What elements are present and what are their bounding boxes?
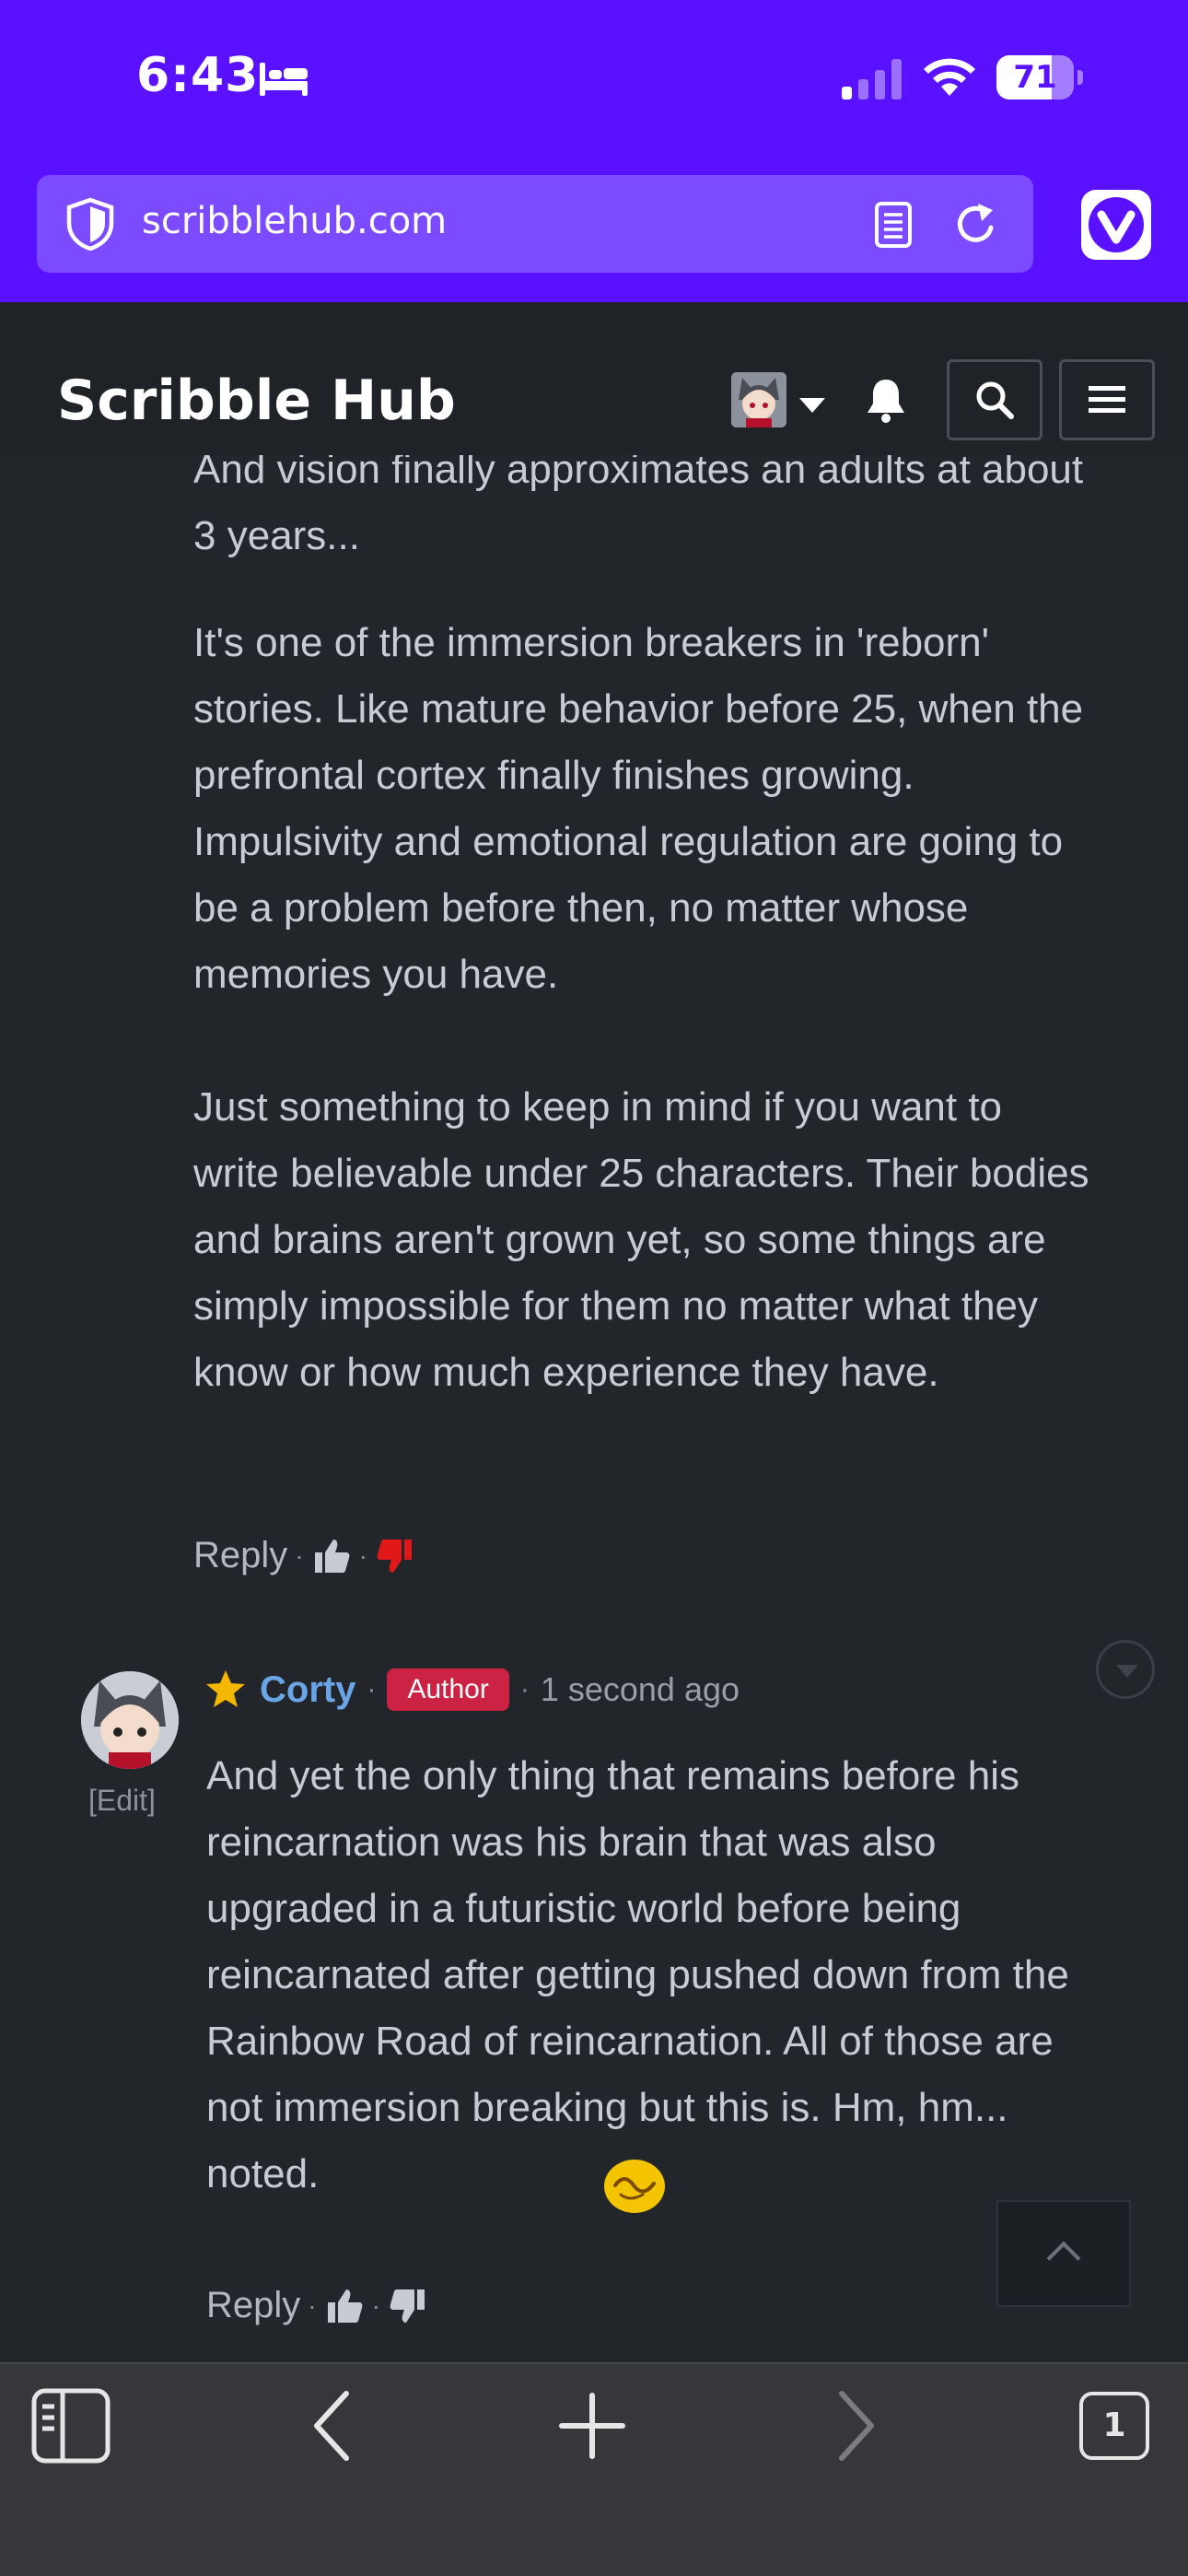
url-text[interactable]: scribblehub.com xyxy=(142,200,447,242)
vivaldi-logo-icon xyxy=(1089,197,1144,252)
user-menu-caret-icon[interactable] xyxy=(799,398,825,413)
bell-icon[interactable] xyxy=(864,376,908,424)
comment-actions: Reply · · xyxy=(193,1535,415,1576)
vivaldi-menu-button[interactable] xyxy=(1081,190,1151,260)
search-icon xyxy=(976,381,1014,419)
comment-paragraph: It's one of the immersion breakers in 'r… xyxy=(193,620,1084,997)
thumbs-down-icon[interactable] xyxy=(375,1536,415,1576)
author-badge: Author xyxy=(387,1669,509,1711)
emoji-icon xyxy=(604,2160,665,2213)
status-time: 6:43 xyxy=(136,48,260,103)
comment-text: And yet the only thing that remains befo… xyxy=(206,1753,1069,2196)
sidebar-panel-icon[interactable] xyxy=(29,2386,112,2469)
cellular-signal-icon xyxy=(842,59,902,100)
menu-button[interactable] xyxy=(1059,359,1155,440)
tab-switcher-button[interactable]: 1 xyxy=(1079,2392,1149,2460)
site-logo-title[interactable]: Scribble Hub xyxy=(57,369,456,433)
comment-timestamp: 1 second ago xyxy=(540,1670,740,1708)
comment-options-button[interactable] xyxy=(1096,1640,1155,1699)
site-header: Scribble Hub xyxy=(0,302,1188,455)
thumbs-up-icon[interactable] xyxy=(324,2286,365,2326)
comment-paragraph: And vision finally approximates an adult… xyxy=(193,455,1084,558)
wifi-icon xyxy=(924,58,975,96)
new-tab-icon[interactable] xyxy=(551,2384,634,2467)
scroll-to-top-button[interactable] xyxy=(996,2200,1131,2307)
browser-top-area: 6:43 71 scribblehub.com xyxy=(0,0,1188,302)
star-icon xyxy=(206,1670,245,1707)
comment-meta: Corty · Author · 1 second ago xyxy=(204,1658,740,1721)
battery-indicator: 71 xyxy=(996,55,1083,100)
thumbs-up-icon[interactable] xyxy=(311,1536,352,1576)
back-icon[interactable] xyxy=(293,2384,376,2467)
comment-author-name[interactable]: Corty xyxy=(260,1669,355,1711)
reply-link[interactable]: Reply xyxy=(193,1535,287,1576)
comment-actions: Reply · · xyxy=(206,2285,428,2326)
sleep-focus-icon xyxy=(260,63,308,96)
forward-icon[interactable] xyxy=(812,2384,895,2467)
battery-percent: 71 xyxy=(1013,59,1057,96)
thumbs-down-icon[interactable] xyxy=(388,2286,428,2326)
reload-icon[interactable] xyxy=(954,199,1000,249)
shield-icon xyxy=(66,197,114,251)
edit-link[interactable]: [Edit] xyxy=(88,1784,156,1818)
address-bar[interactable]: scribblehub.com xyxy=(37,175,1033,273)
reader-view-icon[interactable] xyxy=(871,201,915,249)
commenter-avatar[interactable] xyxy=(81,1671,179,1769)
reply-link[interactable]: Reply xyxy=(206,2285,300,2326)
search-button[interactable] xyxy=(947,359,1042,440)
user-avatar[interactable] xyxy=(731,372,786,427)
hamburger-icon xyxy=(1089,386,1125,413)
comment-paragraph: Just something to keep in mind if you wa… xyxy=(193,1084,1089,1395)
